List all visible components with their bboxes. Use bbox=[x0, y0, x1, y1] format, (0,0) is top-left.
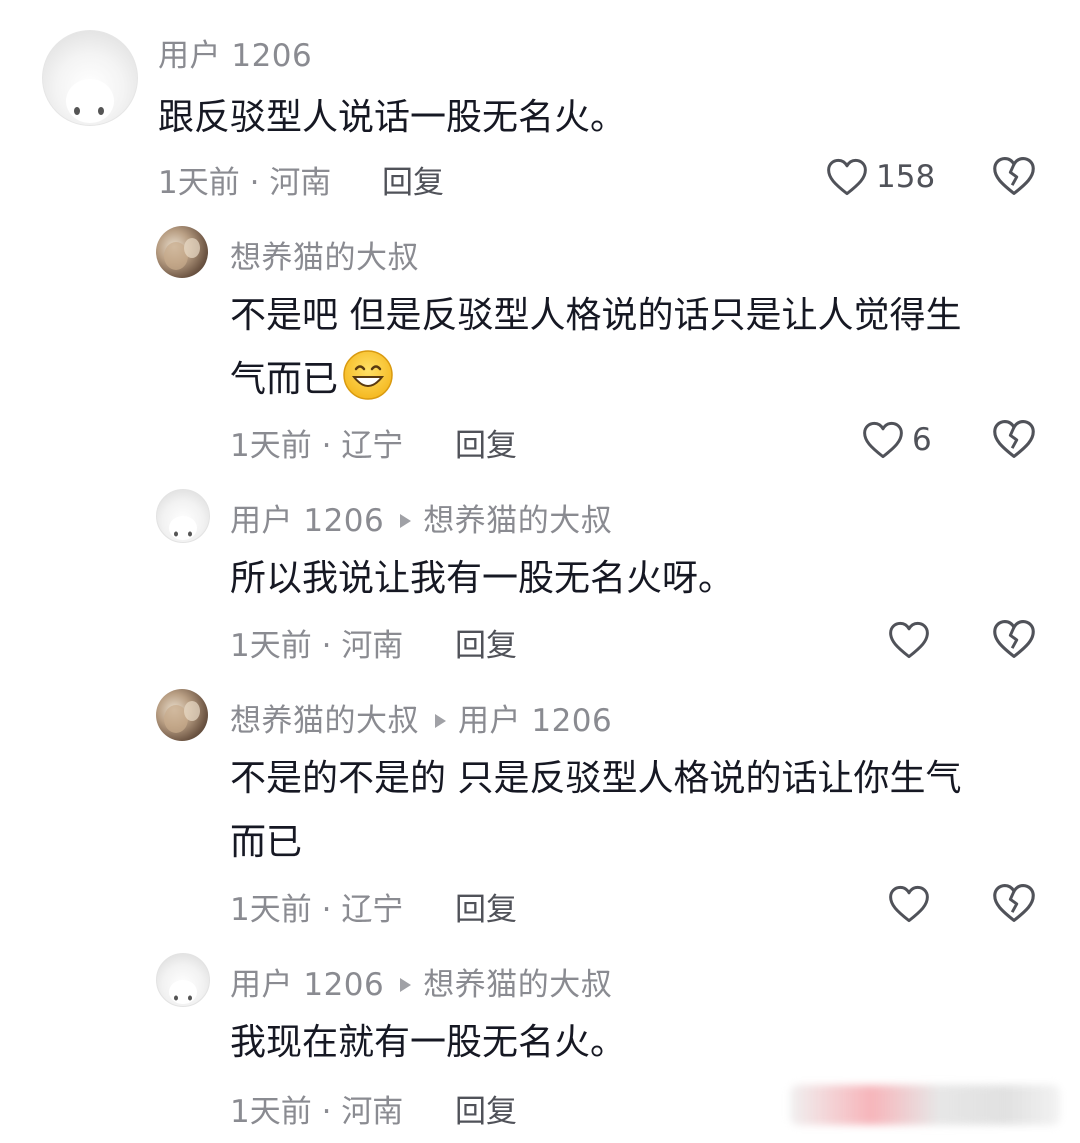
avatar[interactable] bbox=[42, 30, 138, 126]
comment-meta: 1天前 · 辽宁 bbox=[230, 420, 403, 465]
heart-outline-icon bbox=[889, 885, 929, 923]
heart-outline-icon bbox=[827, 158, 867, 196]
comment-username[interactable]: 用户 1206 bbox=[230, 503, 384, 539]
comment-username[interactable]: 用户 1206 bbox=[158, 30, 312, 75]
comment-username[interactable]: 用户 1206 bbox=[230, 967, 384, 1003]
reply-button[interactable]: 回复 bbox=[382, 157, 444, 202]
grinning-face-emoji bbox=[343, 350, 393, 400]
avatar-image bbox=[169, 516, 197, 540]
reply-button[interactable]: 回复 bbox=[455, 884, 517, 929]
comment-meta: 1天前 · 河南 bbox=[230, 620, 403, 665]
comment-time: 1天前 bbox=[230, 628, 312, 664]
dislike-button[interactable] bbox=[992, 882, 1036, 926]
like-button[interactable]: 158 bbox=[826, 155, 935, 199]
comment-time: 1天前 bbox=[230, 1094, 312, 1130]
comment-text-line: 气而已 bbox=[230, 348, 394, 412]
broken-heart-icon bbox=[993, 884, 1035, 922]
triangle-right-icon bbox=[400, 514, 412, 528]
meta-separator: · bbox=[321, 1094, 332, 1130]
comment-username[interactable]: 想养猫的大叔 bbox=[230, 232, 419, 277]
comment-meta: 1天前 · 河南 bbox=[158, 157, 331, 202]
comment-location: 河南 bbox=[269, 165, 332, 201]
dislike-button[interactable] bbox=[992, 618, 1036, 662]
avatar-image bbox=[169, 980, 197, 1004]
heart-outline-icon bbox=[863, 421, 903, 459]
reply-button[interactable]: 回复 bbox=[455, 420, 517, 465]
triangle-right-icon bbox=[435, 714, 446, 728]
comment-location: 辽宁 bbox=[341, 892, 404, 928]
broken-heart-icon bbox=[993, 620, 1035, 658]
comment-location: 辽宁 bbox=[341, 428, 404, 464]
reply-target-username[interactable]: 用户 1206 bbox=[458, 703, 612, 739]
heart-outline-icon bbox=[889, 621, 929, 659]
avatar-image bbox=[164, 238, 200, 270]
comment-meta: 1天前 · 辽宁 bbox=[230, 884, 403, 929]
avatar[interactable] bbox=[156, 689, 208, 741]
comment-text-line: 不是吧 但是反驳型人格说的话只是让人觉得生 bbox=[230, 295, 962, 336]
comment-username-line: 想养猫的大叔 用户 1206 bbox=[230, 695, 612, 740]
comment-text: 跟反驳型人说话一股无名火。 bbox=[158, 97, 627, 138]
reply-target-username[interactable]: 想养猫的大叔 bbox=[423, 503, 612, 539]
comment-text-line: 而已 bbox=[230, 822, 303, 863]
meta-separator: · bbox=[321, 628, 332, 664]
like-button[interactable] bbox=[888, 618, 930, 662]
avatar[interactable] bbox=[156, 953, 210, 1007]
like-count: 6 bbox=[912, 422, 932, 458]
dislike-button[interactable] bbox=[992, 155, 1036, 199]
comment-location: 河南 bbox=[341, 628, 404, 664]
avatar[interactable] bbox=[156, 489, 210, 543]
comment-text: 所以我说让我有一股无名火呀。 bbox=[230, 558, 735, 599]
comment-username-line: 用户 1206 想养猫的大叔 bbox=[230, 959, 612, 1004]
meta-separator: · bbox=[249, 165, 260, 201]
comment-username[interactable]: 想养猫的大叔 bbox=[230, 703, 419, 739]
broken-heart-icon bbox=[993, 157, 1035, 195]
broken-heart-icon bbox=[993, 420, 1035, 458]
comment-time: 1天前 bbox=[230, 428, 312, 464]
comment-text-line: 不是的不是的 只是反驳型人格说的话让你生气 bbox=[230, 758, 962, 799]
comment-time: 1天前 bbox=[230, 892, 312, 928]
comment-time: 1天前 bbox=[158, 165, 240, 201]
triangle-right-icon bbox=[400, 978, 412, 992]
reply-target-username[interactable]: 想养猫的大叔 bbox=[423, 967, 612, 1003]
meta-separator: · bbox=[321, 892, 332, 928]
avatar-image bbox=[66, 79, 114, 123]
dislike-button[interactable] bbox=[992, 418, 1036, 462]
reply-button[interactable]: 回复 bbox=[455, 1086, 517, 1131]
like-count: 158 bbox=[876, 159, 936, 195]
avatar-image bbox=[164, 701, 200, 733]
avatar[interactable] bbox=[156, 226, 208, 278]
meta-separator: · bbox=[321, 428, 332, 464]
comment-location: 河南 bbox=[341, 1094, 404, 1130]
comment-text: 我现在就有一股无名火。 bbox=[230, 1022, 627, 1063]
comment-text-segment: 气而已 bbox=[230, 359, 339, 400]
comment-meta: 1天前 · 河南 bbox=[230, 1086, 403, 1131]
like-button[interactable]: 6 bbox=[862, 418, 932, 462]
like-button[interactable] bbox=[888, 882, 930, 926]
blurred-watermark bbox=[790, 1085, 1060, 1125]
reply-button[interactable]: 回复 bbox=[455, 620, 517, 665]
comment-username-line: 用户 1206 想养猫的大叔 bbox=[230, 495, 612, 540]
